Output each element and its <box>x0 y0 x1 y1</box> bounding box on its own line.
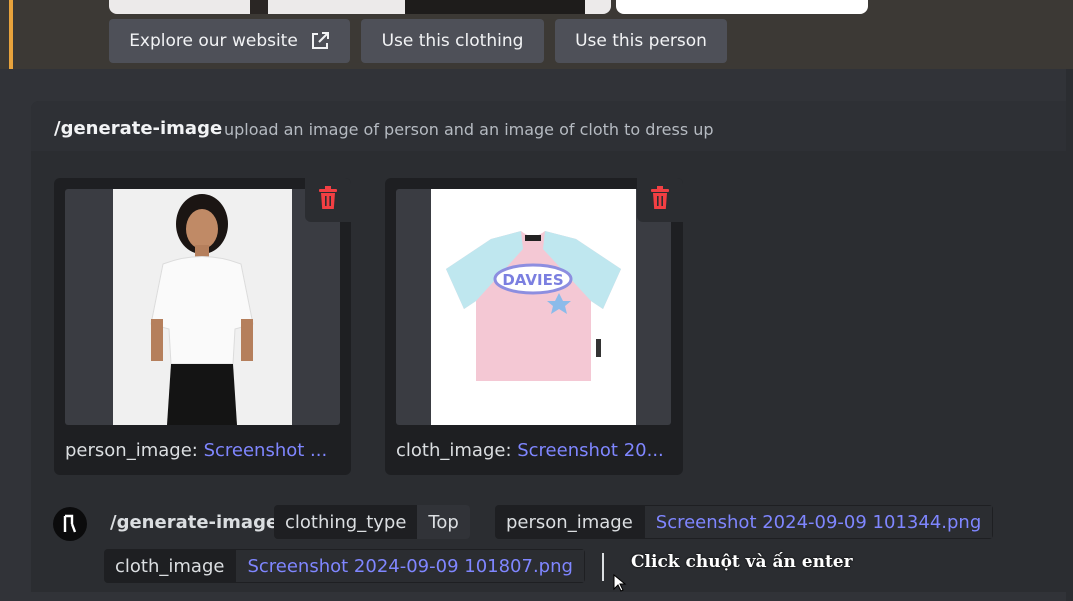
attachment-key: person_image: <box>65 440 204 461</box>
option-value[interactable]: Top <box>417 505 470 539</box>
command-description: upload an image of person and an image o… <box>224 120 714 139</box>
attachment-preview[interactable]: DAVIES <box>396 189 671 425</box>
slash-command-name: /generate-image <box>110 512 279 533</box>
external-link-icon <box>310 31 330 51</box>
command-name: /generate-image <box>54 118 223 139</box>
trash-icon <box>318 186 338 214</box>
image-detail <box>250 0 268 14</box>
option-value[interactable]: Screenshot 2024-09-09 101807.png <box>235 549 585 583</box>
slash-command-panel: /generate-image upload an image of perso… <box>31 101 1073 491</box>
attachment-caption: cloth_image: Screenshot 20... <box>396 440 664 461</box>
embed-message: Explore our website Use this clothing Us… <box>0 0 1073 69</box>
explore-button-label: Explore our website <box>129 31 298 51</box>
instruction-overlay: Click chuột và ấn enter <box>631 552 853 572</box>
remove-attachment-button[interactable] <box>637 178 683 222</box>
embed-image-cloth[interactable] <box>616 0 868 14</box>
option-clothing-type[interactable]: clothing_type Top <box>274 505 470 539</box>
option-key: cloth_image <box>104 549 236 583</box>
option-value[interactable]: Screenshot 2024-09-09 101344.png <box>643 505 994 539</box>
attachment-key: cloth_image: <box>396 440 518 461</box>
image-detail <box>405 0 585 14</box>
option-key: person_image <box>495 505 644 539</box>
cloth-photo: DAVIES <box>431 189 636 425</box>
chat-input[interactable]: /generate-image clothing_type Top person… <box>31 491 1073 592</box>
option-key: clothing_type <box>274 505 418 539</box>
option-person-image[interactable]: person_image Screenshot 2024-09-09 10134… <box>495 505 994 539</box>
embed-accent-bar <box>9 0 13 69</box>
text-caret <box>602 553 604 581</box>
svg-text:DAVIES: DAVIES <box>502 271 563 289</box>
person-photo <box>113 189 292 425</box>
command-header: /generate-image upload an image of perso… <box>31 101 1073 151</box>
attachment-file-link[interactable]: Screenshot ... <box>204 440 328 461</box>
bot-avatar-icon[interactable] <box>53 507 87 541</box>
use-person-label: Use this person <box>575 31 707 51</box>
attachment-preview[interactable] <box>65 189 340 425</box>
use-clothing-label: Use this clothing <box>381 31 524 51</box>
attachment-file-link[interactable]: Screenshot 20... <box>517 440 664 461</box>
embed-image-result[interactable] <box>109 0 611 14</box>
scrollbar[interactable] <box>1066 69 1073 601</box>
remove-attachment-button[interactable] <box>305 178 351 222</box>
mouse-cursor-icon <box>613 573 627 596</box>
person-image-attachment: person_image: Screenshot ... <box>54 178 351 475</box>
use-clothing-button[interactable]: Use this clothing <box>361 19 544 63</box>
use-person-button[interactable]: Use this person <box>555 19 727 63</box>
attachment-caption: person_image: Screenshot ... <box>65 440 327 461</box>
trash-icon <box>650 186 670 214</box>
option-cloth-image[interactable]: cloth_image Screenshot 2024-09-09 101807… <box>104 549 585 583</box>
cloth-image-attachment: DAVIES cloth_image: Screenshot 20... <box>385 178 683 475</box>
explore-website-button[interactable]: Explore our website <box>109 19 350 63</box>
